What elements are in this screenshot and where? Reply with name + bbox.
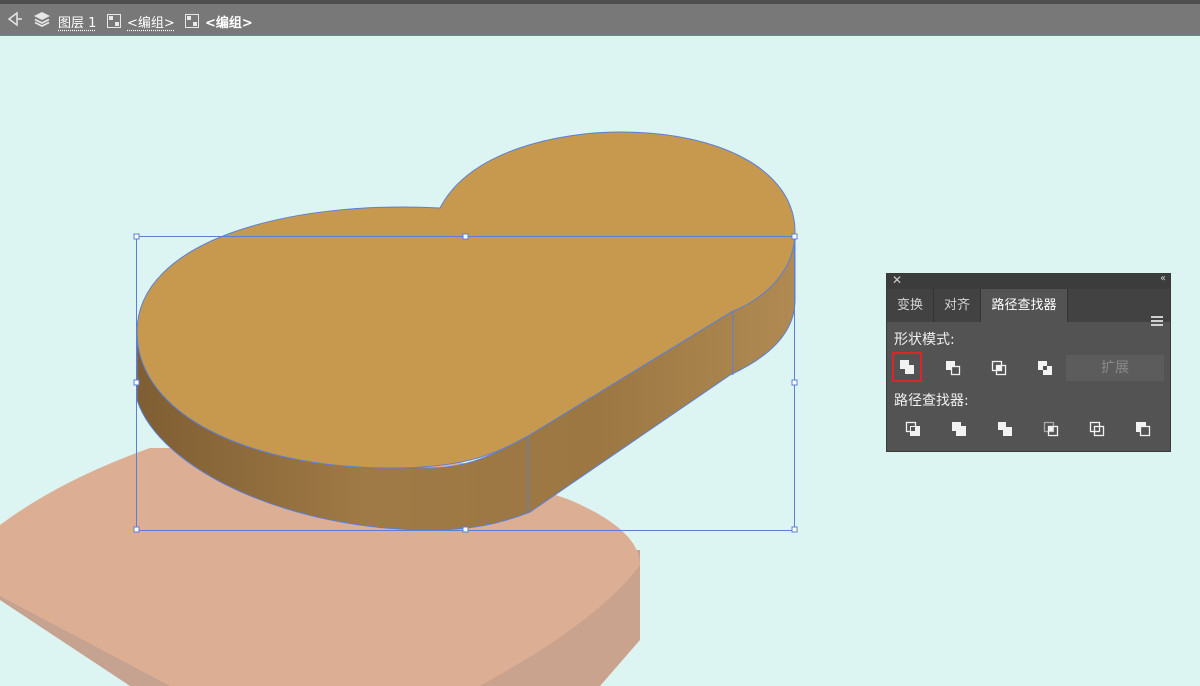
merge-icon (998, 422, 1012, 436)
collapse-icon[interactable]: ‹‹ (1160, 273, 1166, 284)
unite-button[interactable] (892, 352, 922, 382)
selection-handle[interactable] (791, 526, 798, 533)
minus-front-button[interactable] (938, 353, 968, 383)
back-arrow-icon[interactable] (5, 10, 23, 32)
selection-handle[interactable] (133, 379, 140, 386)
breadcrumb-label: <编组> (205, 15, 253, 31)
minus-back-button[interactable] (1128, 414, 1158, 444)
breadcrumb-label: 图层 1 (58, 15, 97, 31)
outline-button[interactable] (1082, 414, 1112, 444)
shape-top-face (136, 131, 796, 469)
outline-icon (1089, 421, 1105, 437)
expand-button[interactable]: 扩展 (1066, 355, 1164, 381)
panel-tabs: 变换 对齐 路径查找器 (887, 289, 1170, 326)
selection-handle[interactable] (791, 379, 798, 386)
breadcrumb-group-1[interactable]: <编组> (107, 11, 175, 31)
selection-handle[interactable] (462, 526, 469, 533)
panel-menu-icon[interactable] (1151, 316, 1163, 326)
panel-titlebar[interactable]: ✕ ‹‹ (887, 273, 1170, 289)
pathfinder-panel: ✕ ‹‹ 变换 对齐 路径查找器 形状模式: 扩展 路径查找器: (886, 273, 1171, 452)
merge-button[interactable] (990, 414, 1020, 444)
extruded-shape[interactable] (136, 131, 796, 531)
shape-modes-label: 形状模式: (894, 332, 955, 348)
divide-button[interactable] (898, 414, 928, 444)
divide-icon (905, 421, 920, 436)
crop-icon (1043, 421, 1059, 437)
breadcrumb-layer-1[interactable]: 图层 1 (58, 11, 96, 31)
exclude-icon (1038, 361, 1052, 375)
close-icon[interactable]: ✕ (892, 273, 902, 287)
selection-handle[interactable] (791, 233, 798, 240)
unite-icon (900, 360, 914, 374)
minus-front-icon (946, 361, 961, 376)
tab-pathfinder[interactable]: 路径查找器 (981, 289, 1068, 322)
pathfinders-label: 路径查找器: (894, 393, 969, 409)
group-icon (107, 14, 121, 28)
minus-back-icon (1136, 422, 1151, 437)
intersect-button[interactable] (984, 353, 1014, 383)
selection-handle[interactable] (133, 233, 140, 240)
selection-handle[interactable] (462, 233, 469, 240)
breadcrumb-label: <编组> (127, 15, 175, 31)
layers-icon (33, 10, 51, 32)
tab-transform[interactable]: 变换 (887, 289, 934, 322)
breadcrumb-group-2[interactable]: <编组> (185, 11, 253, 31)
trim-button[interactable] (944, 414, 974, 444)
tab-align[interactable]: 对齐 (934, 289, 981, 322)
intersect-icon (991, 360, 1007, 376)
trim-icon (952, 422, 966, 436)
breadcrumb-bar: 图层 1 <编组> <编组> (0, 0, 1200, 36)
group-icon (185, 14, 199, 28)
exclude-button[interactable] (1030, 353, 1060, 383)
crop-button[interactable] (1036, 414, 1066, 444)
selection-handle[interactable] (133, 526, 140, 533)
